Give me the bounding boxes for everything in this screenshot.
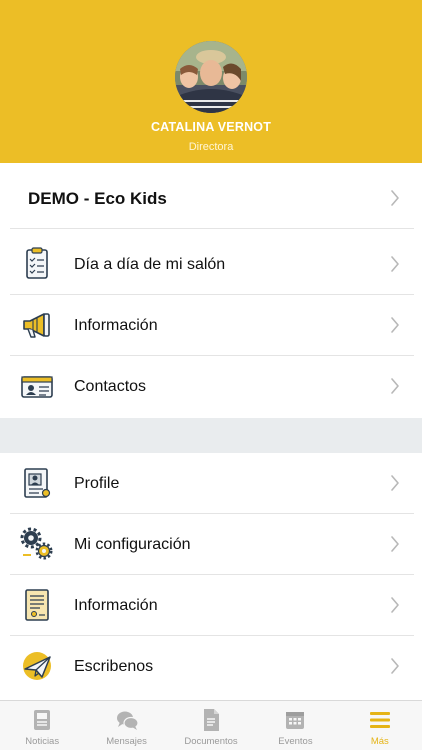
menu-item-label: Información (74, 596, 158, 614)
menu-icon (369, 712, 390, 728)
chevron-right-icon (391, 190, 399, 206)
menu-item-informacion[interactable]: Información (0, 295, 422, 356)
user-name: CATALINA VERNOT (150, 120, 272, 134)
menu-item-label: Escribenos (74, 657, 154, 675)
user-role: Directora (188, 141, 234, 153)
tab-bar: Noticias Mensajes Documentos Eventos Más (0, 700, 422, 750)
tab-mensajes[interactable]: Mensajes (84, 701, 168, 750)
chat-icon (116, 711, 139, 730)
menu-item-label: Profile (74, 474, 120, 492)
tab-label: Mensajes (106, 736, 147, 747)
tab-label: Noticias (25, 736, 60, 747)
certificate-icon (25, 589, 49, 621)
menu-item-contactos[interactable]: Contactos (0, 356, 422, 417)
profile-document-icon (24, 468, 51, 498)
document-icon (204, 709, 220, 731)
avatar[interactable] (175, 41, 247, 113)
menu-item-profile[interactable]: Profile (0, 453, 422, 514)
chevron-right-icon (391, 256, 399, 272)
chevron-right-icon (391, 658, 399, 674)
menu-item-informacion-2[interactable]: Información (0, 575, 422, 636)
news-icon (34, 710, 51, 730)
menu-item-escribenos[interactable]: Escribenos (0, 636, 422, 697)
school-name: DEMO - Eco Kids (28, 188, 167, 208)
section-separator (0, 418, 422, 453)
gears-icon (20, 527, 53, 560)
megaphone-icon (23, 313, 50, 338)
calendar-icon (286, 712, 305, 729)
chevron-right-icon (391, 536, 399, 552)
menu-item-mi-configuracion[interactable]: Mi configuración (0, 514, 422, 575)
chevron-right-icon (391, 475, 399, 491)
menu-item-label: Mi configuración (74, 535, 191, 553)
tab-mas[interactable]: Más (338, 701, 422, 750)
menu-item-dia-a-dia[interactable]: Día a día de mi salón (0, 234, 422, 295)
tab-label: Documentos (184, 736, 238, 747)
tab-eventos[interactable]: Eventos (253, 701, 337, 750)
tab-label: Más (370, 736, 389, 747)
checklist-icon (26, 247, 48, 279)
menu-item-label: Día a día de mi salón (74, 255, 226, 273)
divider (10, 228, 414, 229)
tab-noticias[interactable]: Noticias (0, 701, 84, 750)
contact-card-icon (21, 376, 53, 398)
tab-label: Eventos (278, 736, 313, 747)
school-selector-row[interactable]: DEMO - Eco Kids (0, 168, 422, 229)
menu-item-label: Contactos (74, 377, 147, 395)
chevron-right-icon (391, 317, 399, 333)
chevron-right-icon (391, 597, 399, 613)
profile-header: CATALINA VERNOT Directora (0, 0, 422, 163)
tab-documentos[interactable]: Documentos (169, 701, 253, 750)
paper-plane-icon (23, 652, 51, 680)
menu-item-label: Información (74, 316, 158, 334)
chevron-right-icon (391, 378, 399, 394)
